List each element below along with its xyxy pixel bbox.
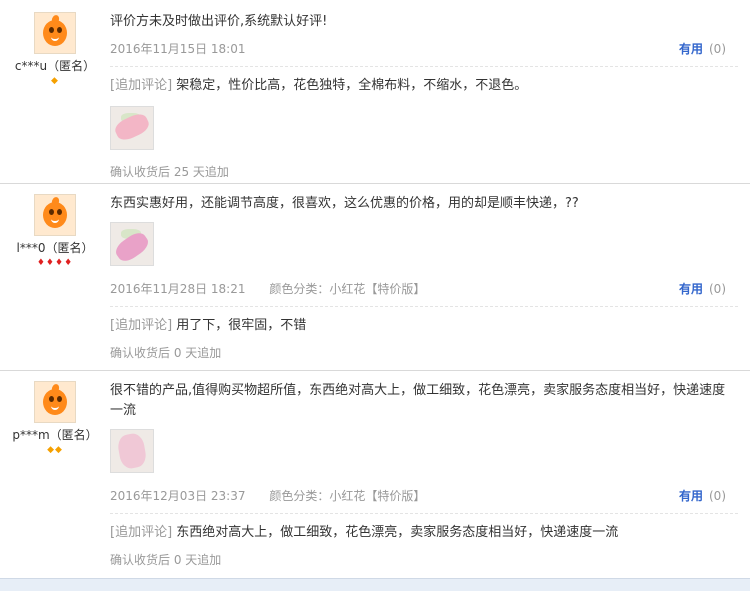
variant-info: 颜色分类：小红花【特价版】	[269, 489, 426, 503]
review-text: 评价方未及时做出评价,系统默认好评!	[110, 14, 328, 29]
reputation-badge-icon: ◆	[51, 76, 59, 86]
review-meta: 2016年11月28日 18:21 颜色分类：小红花【特价版】 有用 (0)	[110, 280, 738, 298]
appended-review: [追加评论] 架稳定，性价比高，花色独特，全棉布料，不缩水，不退色。	[110, 76, 738, 96]
confirm-days: 确认收货后 0 天追加	[110, 553, 222, 567]
review-content: 评价方未及时做出评价,系统默认好评!	[110, 12, 738, 32]
useful-count: (0)	[709, 489, 726, 503]
reputation-badge-icon: ◆◆	[47, 445, 63, 455]
review-date: 2016年11月28日 18:21	[110, 282, 246, 296]
variant-info: 颜色分类：小红花【特价版】	[269, 282, 426, 296]
review-item: p***m（匿名） ◆◆ 很不错的产品,值得购买物超所值，东西绝对高大上，做工细…	[0, 371, 750, 579]
review-date: 2016年12月03日 23:37	[110, 489, 246, 503]
review-photo-thumbnail[interactable]	[110, 106, 154, 150]
review-text: 东西实惠好用，还能调节高度，很喜欢，这么优惠的价格，用的却是顺丰快递，??	[110, 196, 579, 211]
review-meta: 2016年11月15日 18:01 有用 (0)	[110, 40, 738, 58]
useful-button[interactable]: 有用 (0)	[679, 280, 726, 298]
reviewer-name: l***0（匿名）	[16, 241, 94, 255]
review-item: l***0（匿名） ♦♦♦♦ 东西实惠好用，还能调节高度，很喜欢，这么优惠的价格…	[0, 184, 750, 371]
reviewer-name: c***u（匿名）	[14, 59, 96, 73]
footer-bar	[0, 578, 750, 591]
avatar[interactable]	[34, 194, 76, 236]
avatar[interactable]	[34, 381, 76, 423]
append-tag: [追加评论]	[110, 525, 173, 540]
confirm-days: 确认收货后 25 天追加	[110, 165, 229, 179]
append-text: 架稳定，性价比高，花色独特，全棉布料，不缩水，不退色。	[176, 78, 528, 93]
review-meta: 2016年12月03日 23:37 颜色分类：小红花【特价版】 有用 (0)	[110, 487, 738, 505]
useful-button[interactable]: 有用 (0)	[679, 40, 726, 58]
appended-review: [追加评论] 用了下，很牢固，不错	[110, 316, 738, 336]
avatar[interactable]	[34, 12, 76, 54]
reviewer-name: p***m（匿名）	[12, 428, 98, 442]
reviewer-info: c***u（匿名） ◆	[0, 12, 110, 86]
appended-review: [追加评论] 东西绝对高大上，做工细致，花色漂亮，卖家服务态度相当好，快递速度一…	[110, 523, 738, 543]
review-photo-thumbnail[interactable]	[110, 429, 154, 473]
reviewer-info: p***m（匿名） ◆◆	[0, 381, 110, 455]
reviewer-info: l***0（匿名） ♦♦♦♦	[0, 194, 110, 268]
review-text: 很不错的产品,值得购买物超所值，东西绝对高大上，做工细致，花色漂亮，卖家服务态度…	[110, 383, 726, 418]
confirm-days: 确认收货后 0 天追加	[110, 346, 222, 360]
useful-count: (0)	[709, 42, 726, 56]
useful-count: (0)	[709, 282, 726, 296]
append-text: 东西绝对高大上，做工细致，花色漂亮，卖家服务态度相当好，快递速度一流	[176, 525, 619, 540]
review-photo-thumbnail[interactable]	[110, 222, 154, 266]
useful-button[interactable]: 有用 (0)	[679, 487, 726, 505]
append-tag: [追加评论]	[110, 78, 173, 93]
append-text: 用了下，很牢固，不错	[176, 318, 307, 333]
reputation-badge-icon: ♦♦♦♦	[36, 258, 74, 268]
review-date: 2016年11月15日 18:01	[110, 42, 246, 56]
append-tag: [追加评论]	[110, 318, 173, 333]
review-item: c***u（匿名） ◆ 评价方未及时做出评价,系统默认好评! 2016年11月1…	[0, 0, 750, 184]
